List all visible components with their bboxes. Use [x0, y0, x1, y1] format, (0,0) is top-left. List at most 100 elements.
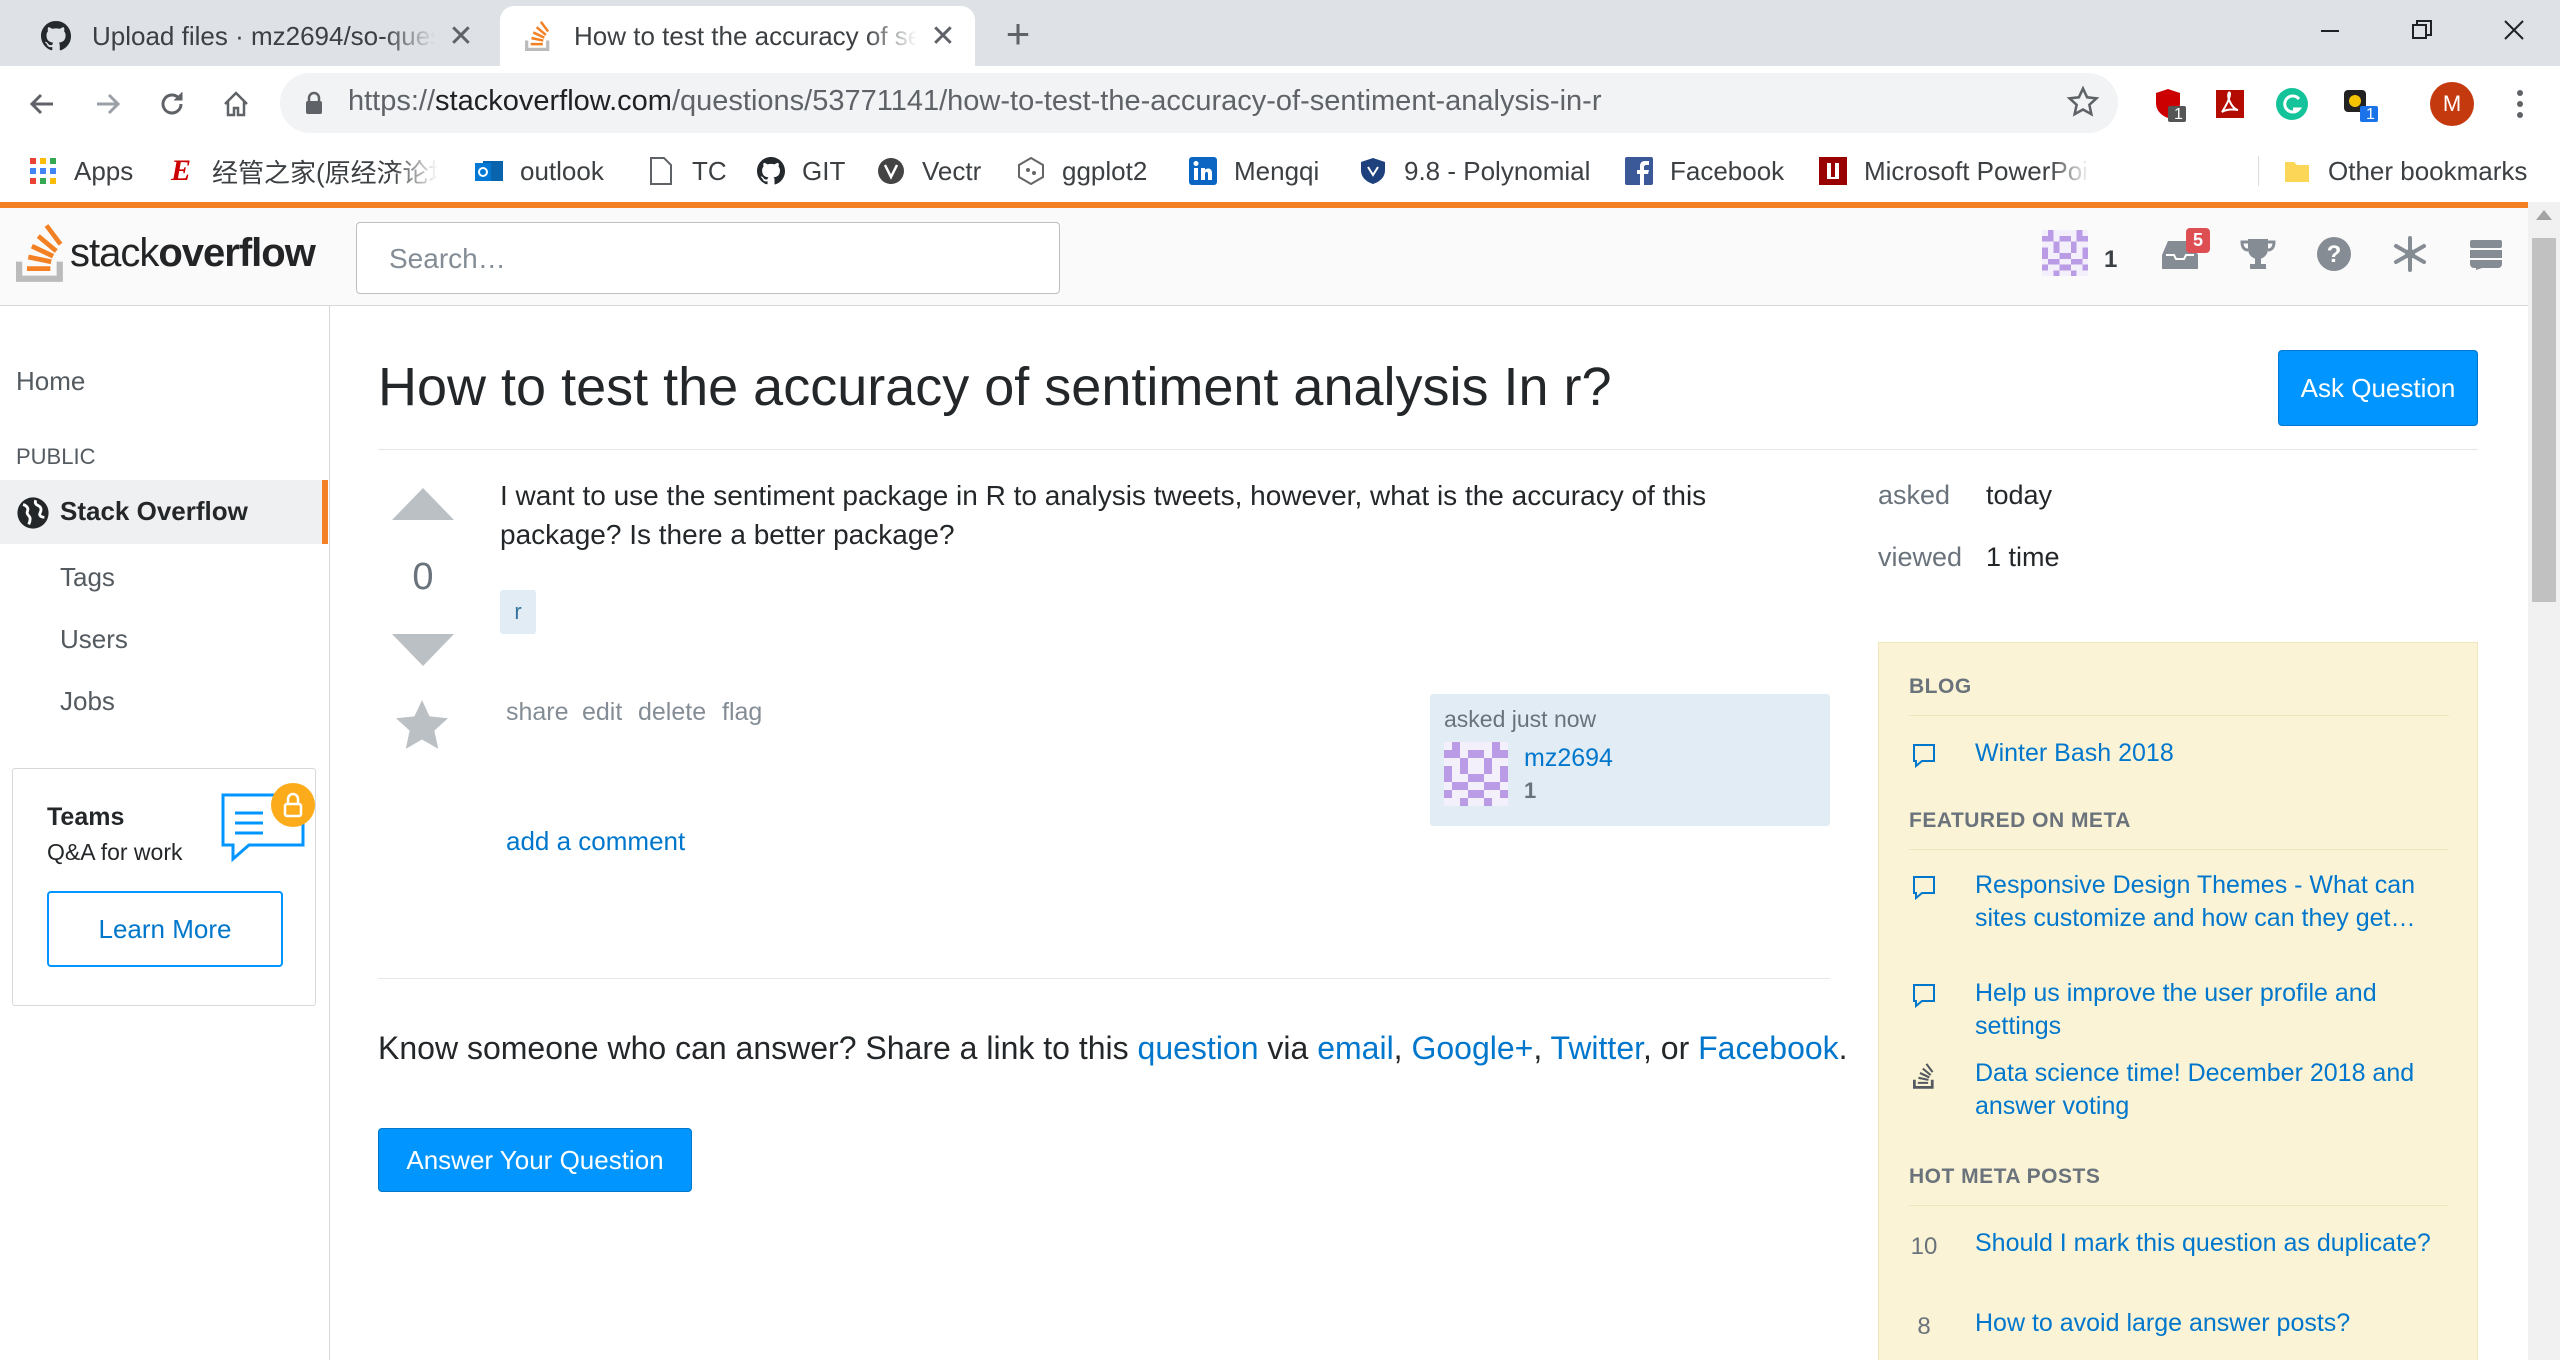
meta-item[interactable]: Help us improve the user profile and set…: [1909, 977, 2449, 1047]
meta-item-link[interactable]: Data science time! December 2018 and ans…: [1975, 1057, 2445, 1123]
learn-more-button[interactable]: Learn More: [47, 891, 283, 967]
restore-button[interactable]: [2376, 0, 2468, 60]
close-tab-icon[interactable]: ✕: [925, 18, 961, 54]
new-tab-button[interactable]: +: [996, 13, 1040, 58]
bookmark-powerpoint[interactable]: Microsoft PowerPoi: [1818, 152, 2090, 190]
shield-icon: [1358, 156, 1388, 186]
other-bookmarks-folder[interactable]: Other bookmarks: [2282, 152, 2527, 190]
site-switcher-button[interactable]: [2464, 232, 2508, 276]
bookmark-label: Apps: [74, 155, 134, 186]
bookmark-star-icon[interactable]: [2066, 85, 2100, 119]
home-button[interactable]: [214, 82, 258, 126]
share-email-link[interactable]: email: [1317, 1030, 1393, 1066]
help-button[interactable]: ?: [2312, 232, 2356, 276]
url-scheme: https://: [348, 85, 436, 117]
comma: ,: [1533, 1030, 1543, 1066]
home-icon: [224, 91, 248, 117]
upvote-icon[interactable]: [392, 488, 454, 520]
user-reputation: 1: [1524, 778, 1537, 803]
nav-users[interactable]: Users: [60, 624, 128, 655]
meta-item-link[interactable]: Responsive Design Themes - What can site…: [1975, 869, 2445, 935]
bookmark-label: TC: [692, 155, 727, 186]
browser-menu-icon[interactable]: [2500, 84, 2540, 124]
share-twitter-link[interactable]: Twitter: [1551, 1030, 1643, 1066]
blog-item-link[interactable]: Winter Bash 2018: [1975, 737, 2445, 770]
profile-avatar[interactable]: M: [2430, 82, 2474, 126]
bookmark-ggplot2[interactable]: ggplot2: [1016, 152, 1147, 190]
delete-link[interactable]: delete: [638, 698, 706, 727]
downvote-icon[interactable]: [392, 634, 454, 666]
scroll-up-arrow-icon[interactable]: [2536, 210, 2552, 220]
folder-icon: [2282, 156, 2312, 186]
hot-meta-item[interactable]: 10 Should I mark this question as duplic…: [1909, 1227, 2449, 1297]
search-input[interactable]: Search…: [356, 222, 1060, 294]
achievements-button[interactable]: [2236, 232, 2280, 276]
share-via: via: [1267, 1030, 1309, 1066]
globe-icon: [17, 497, 49, 529]
tab-stackoverflow[interactable]: How to test the accuracy of sentiment an…: [500, 6, 975, 66]
bookmark-polynomial[interactable]: 9.8 - Polynomial: [1358, 152, 1590, 190]
nav-stack-overflow[interactable]: Stack Overflow: [0, 480, 328, 544]
share-facebook-link[interactable]: Facebook: [1698, 1030, 1839, 1066]
ask-question-button[interactable]: Ask Question: [2278, 350, 2478, 426]
indiana-icon: [1818, 156, 1848, 186]
identicon-icon: [2042, 230, 2088, 276]
ggplot2-icon: [1016, 156, 1046, 186]
stackoverflow-logo[interactable]: stackoverflow: [16, 224, 316, 282]
hot-meta-link[interactable]: Should I mark this question as duplicate…: [1975, 1227, 2445, 1260]
ublock-extension-icon[interactable]: 1: [2148, 84, 2188, 124]
bookmark-jingguan[interactable]: E 经管之家(原经济论坛: [166, 152, 438, 190]
user-avatar[interactable]: [2040, 228, 2090, 278]
minimize-button[interactable]: [2284, 0, 2376, 60]
address-bar[interactable]: https://stackoverflow.com/questions/5377…: [280, 73, 2118, 133]
nav-jobs[interactable]: Jobs: [60, 686, 115, 717]
add-comment-link[interactable]: add a comment: [506, 826, 685, 857]
blog-item[interactable]: Winter Bash 2018: [1909, 737, 2449, 777]
meta-item[interactable]: Data science time! December 2018 and ans…: [1909, 1057, 2449, 1127]
edit-link[interactable]: edit: [582, 698, 622, 727]
bookmark-vectr[interactable]: Vectr: [876, 152, 981, 190]
nav-home[interactable]: Home: [16, 366, 85, 397]
bookmark-outlook[interactable]: outlook: [474, 152, 604, 190]
close-tab-icon[interactable]: ✕: [443, 18, 479, 54]
close-window-button[interactable]: [2468, 0, 2560, 60]
share-link[interactable]: share: [506, 698, 569, 727]
reload-icon: [161, 92, 183, 115]
honey-extension-icon[interactable]: 1: [2340, 84, 2380, 124]
user-identicon-icon[interactable]: [1444, 742, 1508, 806]
grammarly-extension-icon[interactable]: [2272, 84, 2312, 124]
bookmark-mengqi[interactable]: Mengqi: [1188, 152, 1319, 190]
flag-link[interactable]: flag: [722, 698, 762, 727]
back-button[interactable]: [20, 82, 64, 126]
tag-r[interactable]: r: [500, 590, 536, 634]
user-name-link[interactable]: mz2694: [1524, 744, 1613, 773]
favorite-star-icon[interactable]: [396, 700, 448, 750]
bookmark-git[interactable]: GIT: [756, 152, 845, 190]
share-question-link[interactable]: question: [1138, 1030, 1259, 1066]
meta-item-link[interactable]: Help us improve the user profile and set…: [1975, 977, 2445, 1043]
page-scrollbar[interactable]: [2528, 202, 2560, 1360]
answer-your-question-button[interactable]: Answer Your Question: [378, 1128, 692, 1192]
speech-bubble-icon: [1909, 981, 1939, 1011]
bookmark-tc[interactable]: TC: [646, 152, 727, 190]
winter-bash-button[interactable]: [2388, 232, 2432, 276]
trophy-icon: [2240, 239, 2276, 269]
asked-label: asked: [1878, 480, 1951, 510]
bookmark-facebook[interactable]: Facebook: [1624, 152, 1784, 190]
hot-meta-link[interactable]: How to avoid large answer posts?: [1975, 1307, 2445, 1340]
tab-upload-files[interactable]: Upload files · mz2694/so-questions ✕: [18, 6, 493, 66]
help-icon: ?: [2317, 237, 2351, 271]
logo-light: stack: [70, 230, 159, 275]
pdf-extension-icon[interactable]: [2210, 84, 2250, 124]
question-title[interactable]: How to test the accuracy of sentiment an…: [378, 356, 1612, 418]
scrollbar-thumb[interactable]: [2532, 238, 2556, 602]
reload-button[interactable]: [150, 82, 194, 126]
meta-item[interactable]: Responsive Design Themes - What can site…: [1909, 869, 2449, 971]
forward-button[interactable]: [86, 82, 130, 126]
bookmark-apps[interactable]: Apps: [28, 152, 133, 190]
minimize-icon: [2321, 30, 2339, 32]
share-google-link[interactable]: Google+: [1411, 1030, 1533, 1066]
comma: ,: [1393, 1030, 1403, 1066]
hot-meta-item[interactable]: 8 How to avoid large answer posts?: [1909, 1307, 2449, 1347]
nav-tags[interactable]: Tags: [60, 562, 115, 593]
